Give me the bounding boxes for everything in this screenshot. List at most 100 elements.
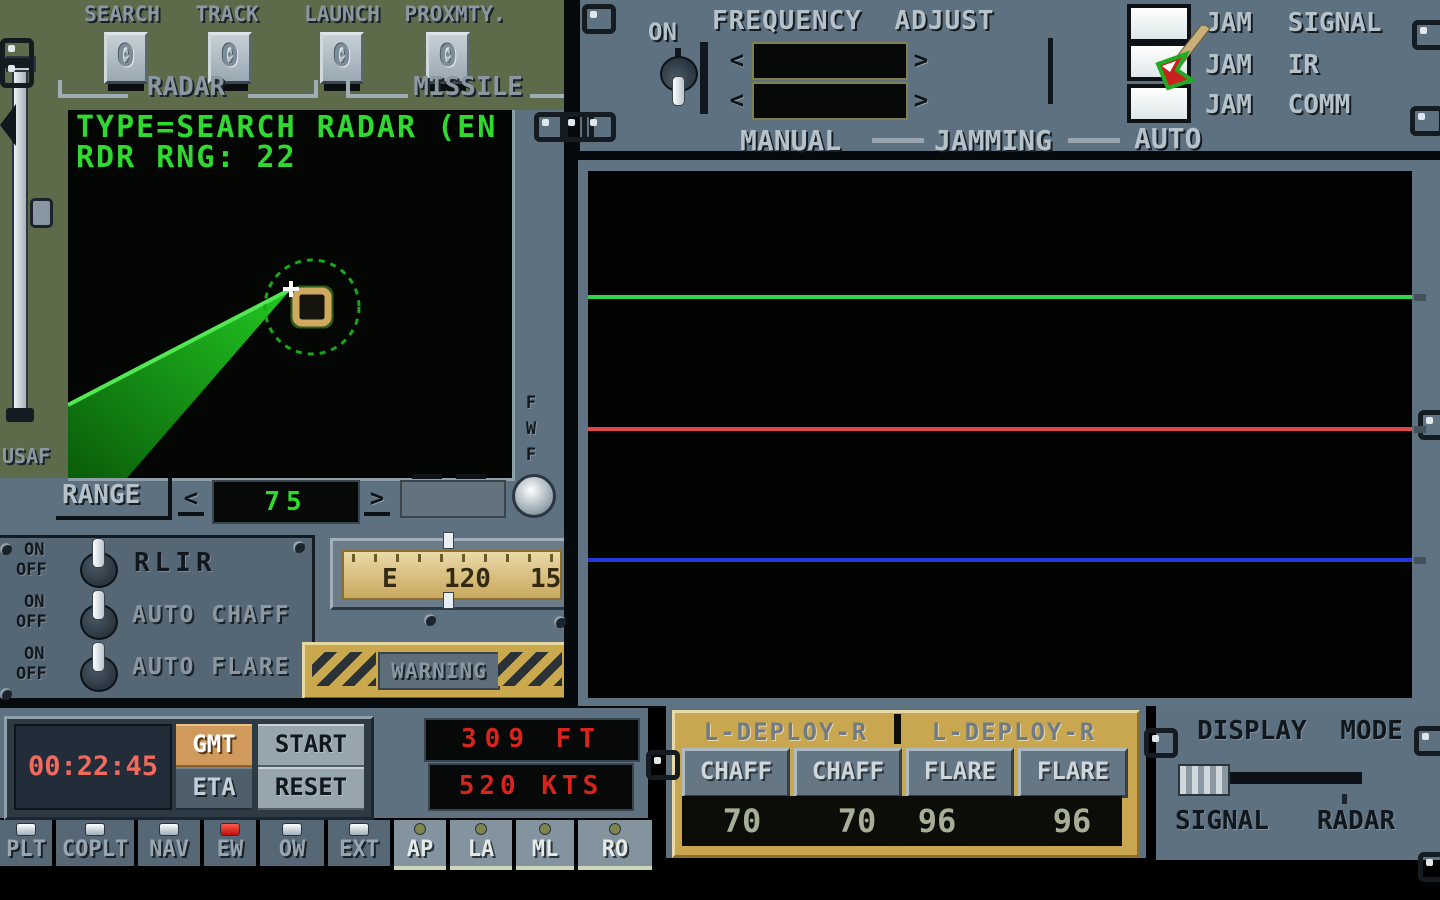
mode-dash (872, 138, 924, 143)
warning-hazard-right-icon (498, 652, 562, 686)
freq-row2-dec-button[interactable]: < (724, 86, 750, 114)
flare-left-count: 96 (897, 802, 977, 840)
freq-row1-display (752, 42, 908, 80)
auto-chaff-off-label: OFF (16, 612, 47, 632)
compass-pointer-bottom (443, 592, 454, 609)
tab-dot-icon (475, 823, 487, 835)
launch-counter: 0 (320, 32, 364, 84)
clamp-icon (1414, 726, 1440, 756)
jammer-lever-slot (700, 42, 708, 114)
mode-dash (1068, 138, 1120, 143)
range-label-frame: RANGE (56, 478, 172, 520)
usaf-label: USAF (2, 444, 50, 468)
warning-label: WARNING (391, 659, 487, 683)
freq-row2-inc-button[interactable]: > (908, 86, 934, 114)
signal-trace-green (588, 295, 1412, 299)
auto-chaff-label: AUTO CHAFF (132, 602, 290, 628)
display-mode-radar-label: RADAR (1296, 806, 1416, 836)
start-button[interactable]: START (258, 724, 364, 767)
radar-bracket-right (248, 80, 318, 98)
display-mode-track (1226, 772, 1362, 784)
mode-auto-label: AUTO (1134, 122, 1201, 155)
screw-icon (554, 616, 566, 628)
auto-chaff-on-label: ON (24, 592, 44, 612)
rlir-off-label: OFF (16, 560, 47, 580)
jam-comm-label: JAM COMM (1205, 90, 1350, 120)
radar-beam-graphic (68, 110, 512, 478)
tab-ro[interactable]: RO (578, 820, 652, 870)
reset-button[interactable]: RESET (258, 767, 364, 810)
fwf-side-label: F W F (522, 390, 540, 468)
tab-ow[interactable]: OW (260, 820, 324, 866)
clamp-icon (646, 750, 680, 780)
display-mode-slider[interactable] (1178, 764, 1230, 796)
threat-col-launch: LAUNCH (292, 2, 392, 26)
freq-row1-dec-button[interactable]: < (724, 46, 750, 74)
aux-readout-box (400, 480, 506, 518)
tab-plt[interactable]: PLT (0, 820, 52, 866)
clamp-icon (1410, 106, 1440, 136)
flare-right-button[interactable]: FLARE (1018, 748, 1128, 798)
jammer-power-toggle[interactable] (658, 56, 698, 106)
screw-icon (293, 541, 305, 553)
scope-knob[interactable] (512, 474, 556, 518)
eta-button[interactable]: ETA (176, 767, 252, 810)
range-label: RANGE (62, 480, 140, 510)
clamp-icon (1412, 20, 1440, 50)
tab-dot-icon (539, 823, 551, 835)
lever-knob[interactable] (30, 198, 53, 228)
deploy-counter-display: 70 70 96 96 (682, 796, 1122, 846)
rlir-on-label: ON (24, 540, 44, 560)
tab-ew[interactable]: EW (204, 820, 256, 866)
jam-ir-label: JAM IR (1205, 50, 1319, 80)
tab-ml[interactable]: ML (516, 820, 574, 870)
tab-coplt[interactable]: COPLT (56, 820, 134, 866)
auto-chaff-toggle[interactable] (78, 590, 118, 640)
altitude-display: 309 FT (424, 718, 640, 762)
tab-light-icon (159, 823, 179, 836)
gmt-button[interactable]: GMT (176, 724, 252, 767)
freq-row2-display (752, 82, 908, 120)
lever-bottom-stop (6, 408, 34, 422)
tab-ext[interactable]: EXT (328, 820, 390, 866)
screw-icon (0, 688, 12, 700)
flare-right-count: 96 (1032, 802, 1112, 840)
chaff-left-button[interactable]: CHAFF (682, 748, 790, 798)
auto-flare-off-label: OFF (16, 664, 47, 684)
game-cursor-icon (1150, 26, 1212, 98)
threat-col-track: TRACK (182, 2, 272, 26)
freq-divider-mark (1048, 38, 1053, 104)
clamp-icon (1418, 410, 1440, 440)
tab-la[interactable]: LA (450, 820, 512, 870)
tab-ap[interactable]: AP (394, 820, 446, 870)
tab-dot-icon (609, 823, 621, 835)
tab-nav[interactable]: NAV (138, 820, 200, 866)
signal-trace-blue-bezel-tick (1414, 557, 1426, 564)
flare-left-button[interactable]: FLARE (906, 748, 1014, 798)
deploy-header-divider (894, 714, 901, 744)
radar-bracket-left (58, 80, 128, 98)
warning-hazard-left-icon (312, 652, 376, 686)
compass-reading-15: 15 (530, 564, 561, 594)
auto-flare-toggle[interactable] (78, 642, 118, 692)
tab-light-icon (349, 823, 369, 836)
jammer-power-label: ON (648, 18, 677, 46)
radar-beam (68, 289, 291, 478)
range-decrement-button[interactable]: < (178, 484, 204, 516)
compass-reading-e: E (382, 564, 398, 594)
tab-light-icon (16, 823, 36, 836)
threat-col-search: SEARCH (72, 2, 172, 26)
signal-screen (588, 171, 1412, 698)
rlir-toggle[interactable] (78, 538, 118, 588)
aux-dash (412, 474, 442, 479)
display-mode-signal-label: SIGNAL (1162, 806, 1282, 836)
frequency-adjust-header: FREQUENCY ADJUST (712, 6, 994, 36)
left-edge-strip (0, 110, 68, 478)
signal-trace-red-bezel-tick (1414, 426, 1426, 433)
range-increment-button[interactable]: > (364, 484, 390, 516)
missile-group-label: MISSILE (404, 72, 532, 102)
jam-signal-label: JAM SIGNAL (1205, 8, 1382, 38)
chaff-left-count: 70 (702, 802, 782, 840)
freq-row1-inc-button[interactable]: > (908, 46, 934, 74)
chaff-right-button[interactable]: CHAFF (794, 748, 902, 798)
